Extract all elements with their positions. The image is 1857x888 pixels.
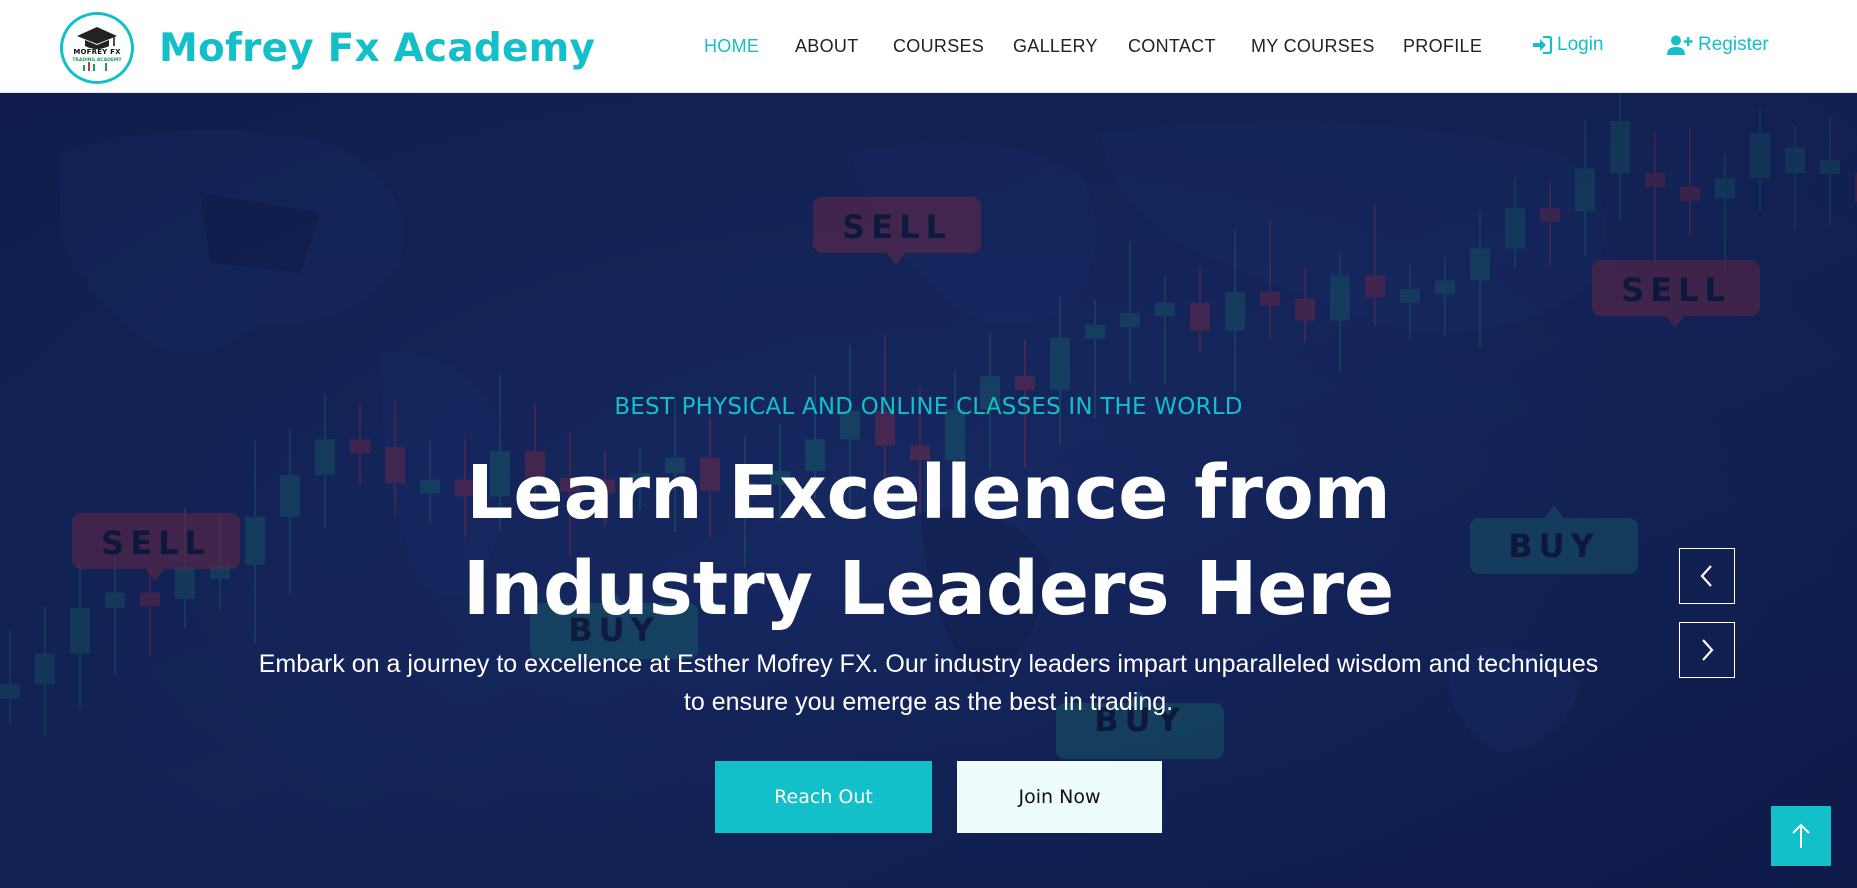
- hero-subtitle: BEST PHYSICAL AND ONLINE CLASSES IN THE …: [614, 394, 1243, 420]
- user-plus-icon: [1667, 35, 1693, 55]
- chevron-right-icon: [1702, 639, 1714, 661]
- join-now-button[interactable]: Join Now: [957, 761, 1162, 833]
- hero-description: Embark on a journey to excellence at Est…: [258, 650, 1599, 716]
- nav-gallery[interactable]: GALLERY: [1013, 36, 1098, 57]
- arrow-up-icon: [1792, 823, 1810, 848]
- back-to-top-button[interactable]: [1771, 806, 1831, 866]
- nav-my-courses[interactable]: MY COURSES: [1251, 36, 1375, 57]
- nav-home[interactable]: HOME: [704, 36, 759, 57]
- carousel-prev-button[interactable]: [1679, 548, 1735, 604]
- nav-about[interactable]: ABOUT: [795, 36, 859, 57]
- reach-out-button[interactable]: Reach Out: [715, 761, 932, 833]
- login-link[interactable]: Login: [1532, 34, 1604, 56]
- logo-text: MOFREY FX: [73, 48, 121, 56]
- logo-subtext: TRADING ACADEMY: [72, 58, 122, 63]
- carousel-next-button[interactable]: [1679, 622, 1735, 678]
- nav-contact[interactable]: CONTACT: [1128, 36, 1216, 57]
- brand-logo[interactable]: MOFREY FX TRADING ACADEMY: [60, 12, 134, 84]
- register-label: Register: [1698, 34, 1769, 55]
- hero-content: BEST PHYSICAL AND ONLINE CLASSES IN THE …: [0, 93, 1857, 888]
- brand-name[interactable]: Mofrey Fx Academy: [159, 26, 595, 71]
- navbar: MOFREY FX TRADING ACADEMY Mofrey Fx Acad…: [0, 0, 1857, 93]
- brand[interactable]: MOFREY FX TRADING ACADEMY Mofrey Fx Acad…: [60, 12, 595, 84]
- nav-courses[interactable]: COURSES: [893, 36, 984, 57]
- hero-title: Learn Excellence from Industry Leaders H…: [462, 450, 1395, 632]
- chevron-left-icon: [1700, 565, 1712, 587]
- login-label: Login: [1557, 34, 1604, 55]
- nav-profile[interactable]: PROFILE: [1403, 36, 1482, 57]
- sign-in-icon: [1533, 36, 1552, 54]
- register-link[interactable]: Register: [1667, 34, 1769, 56]
- hero-section: SELL SELL SELL BUY BUY: [0, 93, 1857, 888]
